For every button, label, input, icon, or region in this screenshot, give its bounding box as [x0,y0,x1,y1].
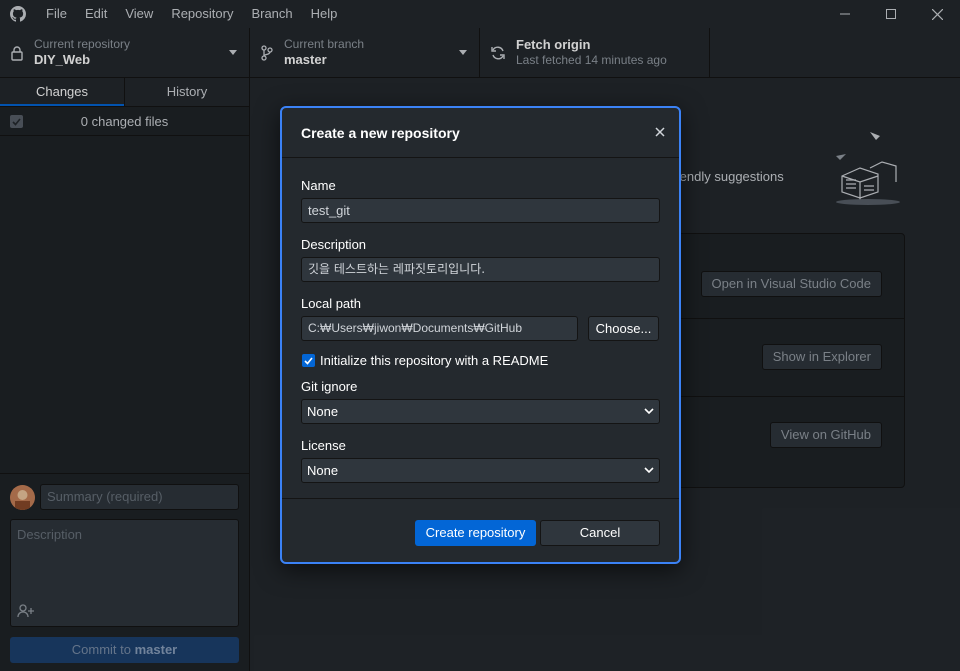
create-repository-dialog: Create a new repository Name test_git De… [280,106,681,564]
description-field[interactable]: 깃을 테스트하는 레파짓토리입니다. [301,257,660,282]
license-label: License [301,438,346,453]
dialog-footer: Create repository Cancel [282,498,679,562]
dialog-title: Create a new repository [301,125,460,141]
gitignore-value: None [307,404,339,419]
readme-checkbox[interactable] [302,353,315,367]
name-label: Name [301,178,336,193]
dialog-close-button[interactable] [653,125,667,139]
chevron-down-icon [644,408,654,415]
license-value: None [307,463,339,478]
license-select[interactable]: None [301,458,660,483]
dialog-body: Name test_git Description 깃을 테스트하는 레파짓토리… [301,178,660,483]
local-path-label: Local path [301,296,361,311]
check-icon [304,356,313,365]
dialog-header: Create a new repository [282,108,679,158]
chevron-down-icon [644,467,654,474]
name-input[interactable]: test_git [301,198,660,223]
readme-option: Initialize this repository with a README [301,351,660,369]
choose-path-button[interactable]: Choose... [588,316,659,341]
readme-label: Initialize this repository with a README [320,352,549,368]
local-path-input[interactable]: C:₩Users₩jiwon₩Documents₩GitHub [301,316,578,341]
gitignore-label: Git ignore [301,379,358,394]
gitignore-select[interactable]: None [301,399,660,424]
create-repository-button[interactable]: Create repository [415,520,536,546]
close-icon [655,127,665,137]
description-label: Description [301,237,367,252]
cancel-button[interactable]: Cancel [540,520,660,546]
